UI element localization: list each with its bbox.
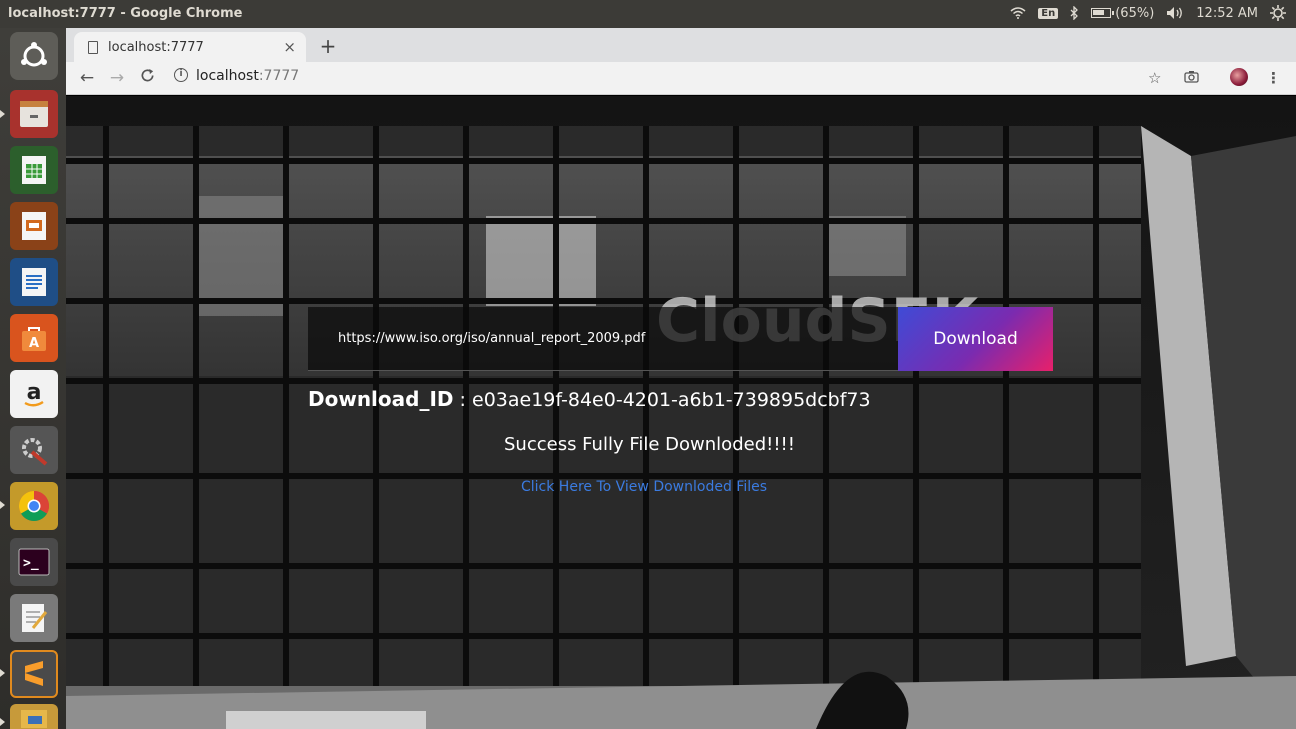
tab-title: localhost:7777 (108, 39, 204, 55)
svg-text:A: A (29, 336, 39, 351)
window-title: localhost:7777 - Google Chrome (8, 6, 243, 21)
back-arrow-icon[interactable]: ← (76, 68, 98, 88)
svg-text:a: a (27, 380, 42, 405)
forward-arrow-icon[interactable]: → (106, 68, 128, 88)
bluetooth-icon[interactable] (1070, 6, 1079, 20)
success-message: Success Fully File Downloded!!!! (504, 434, 795, 455)
system-gear-icon[interactable] (1270, 5, 1286, 21)
launcher: A a >_ (0, 28, 66, 729)
web-page: CloudSEK Download Download_ID : e03ae19f… (66, 96, 1296, 729)
top-panel: localhost:7777 - Google Chrome En (65%) … (0, 0, 1296, 28)
address-port: :7777 (258, 68, 300, 84)
battery-percent: (65%) (1115, 5, 1155, 21)
download-form: Download (308, 307, 1053, 371)
svg-text:>_: >_ (23, 556, 39, 571)
view-downloaded-files-link[interactable]: Click Here To View Downloded Files (521, 479, 767, 495)
download-button[interactable]: Download (898, 307, 1053, 371)
files-icon[interactable] (10, 90, 58, 138)
file-manager-icon[interactable] (10, 704, 58, 729)
menu-kebab-icon[interactable]: ⋮ (1266, 69, 1281, 87)
bookmark-star-icon[interactable]: ☆ (1148, 69, 1161, 87)
wifi-icon[interactable] (1010, 7, 1026, 19)
browser-window: localhost:7777 × + ← → i localhost:7777 … (66, 28, 1296, 729)
download-id-separator: : (453, 389, 472, 411)
new-tab-button[interactable]: + (316, 34, 340, 58)
clock[interactable]: 12:52 AM (1196, 6, 1258, 21)
address-bar[interactable]: i localhost:7777 (170, 66, 1280, 91)
amazon-icon[interactable]: a (10, 370, 58, 418)
sublime-text-icon[interactable] (10, 650, 58, 698)
terminal-icon[interactable]: >_ (10, 538, 58, 586)
url-input[interactable] (308, 307, 898, 371)
camera-extension-icon[interactable] (1184, 69, 1199, 87)
download-id-value: e03ae19f-84e0-4201-a6b1-739895dcbf73 (472, 389, 871, 411)
battery-icon (1091, 8, 1115, 18)
site-info-icon[interactable]: i (174, 68, 188, 82)
libreoffice-writer-icon[interactable] (10, 258, 58, 306)
background-building-image: CloudSEK (66, 96, 1296, 729)
browser-toolbar: ← → i localhost:7777 ☆ ⋮ (66, 62, 1296, 95)
keyboard-layout-indicator[interactable]: En (1038, 7, 1059, 19)
page-icon (88, 40, 98, 54)
system-settings-icon[interactable] (10, 426, 58, 474)
libreoffice-calc-icon[interactable] (10, 146, 58, 194)
profile-avatar[interactable] (1230, 68, 1248, 86)
download-id-line: Download_ID : e03ae19f-84e0-4201-a6b1-73… (308, 387, 871, 411)
address-host: localhost (196, 68, 259, 84)
download-id-label: Download_ID (308, 387, 454, 411)
libreoffice-impress-icon[interactable] (10, 202, 58, 250)
chrome-icon[interactable] (10, 482, 58, 530)
tab-close-icon[interactable]: × (283, 38, 296, 56)
address-url[interactable]: localhost:7777 (196, 68, 299, 84)
tab-localhost[interactable]: localhost:7777 × (74, 32, 306, 62)
system-indicators: En (65%) 12:52 AM (1010, 5, 1286, 21)
battery-indicator[interactable]: (65%) (1091, 6, 1154, 21)
tab-strip: localhost:7777 × + (66, 28, 1296, 62)
reload-icon[interactable] (136, 68, 158, 88)
ubuntu-dash-icon[interactable] (10, 32, 58, 80)
ubuntu-software-icon[interactable]: A (10, 314, 58, 362)
volume-icon[interactable] (1166, 6, 1184, 20)
text-editor-icon[interactable] (10, 594, 58, 642)
